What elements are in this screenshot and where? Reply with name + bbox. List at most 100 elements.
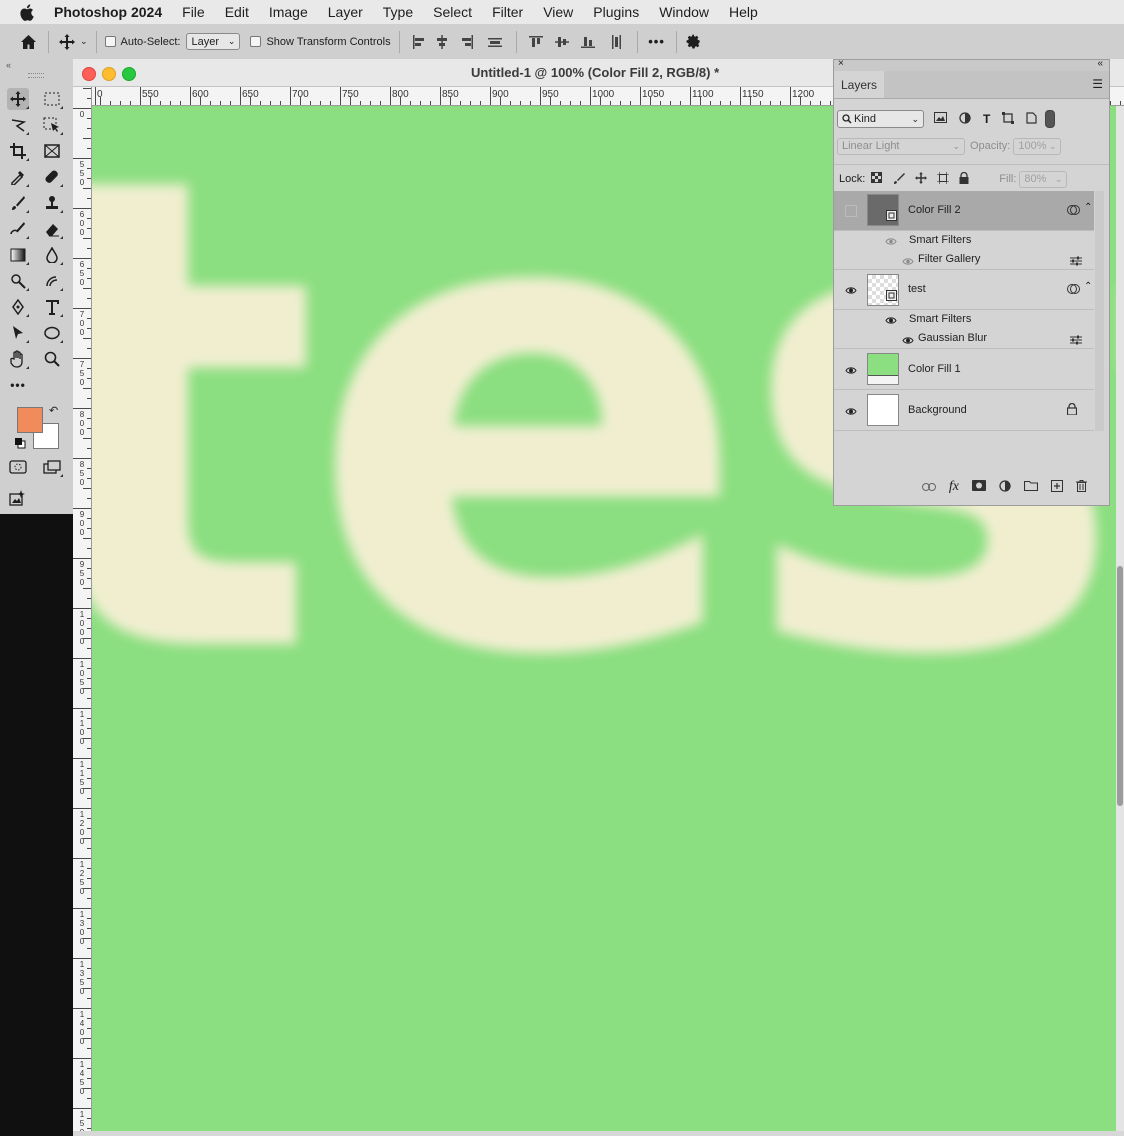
align-bottom-icon[interactable]	[575, 35, 601, 49]
menu-select[interactable]: Select	[433, 4, 472, 20]
distribute-vertical-icon[interactable]	[601, 34, 631, 50]
pen-tool-icon[interactable]	[7, 296, 29, 318]
ellipse-tool-icon[interactable]	[41, 322, 63, 344]
edit-toolbar-icon[interactable]: •••	[7, 374, 29, 396]
add-mask-icon[interactable]	[972, 480, 986, 494]
menu-type[interactable]: Type	[383, 4, 413, 20]
align-left-icon[interactable]	[408, 34, 430, 49]
filter-gallery-row[interactable]: Filter Gallery	[834, 250, 1094, 270]
object-selection-tool-icon[interactable]	[41, 114, 63, 136]
filter-visibility-eye-icon[interactable]	[902, 334, 914, 348]
filter-visibility-eye-icon[interactable]	[885, 235, 897, 249]
align-top-icon[interactable]	[523, 35, 549, 49]
menu-edit[interactable]: Edit	[225, 4, 249, 20]
layer-name[interactable]: Color Fill 1	[908, 363, 961, 375]
clone-stamp-tool-icon[interactable]	[41, 192, 63, 214]
app-menu[interactable]: Photoshop 2024	[54, 4, 162, 20]
menu-layer[interactable]: Layer	[328, 4, 363, 20]
zoom-window-button[interactable]	[122, 67, 136, 81]
new-adjustment-layer-icon[interactable]	[999, 479, 1011, 495]
type-layer-filter-icon[interactable]: T	[983, 112, 990, 126]
pixel-layer-filter-icon[interactable]	[934, 112, 947, 126]
link-layers-icon[interactable]	[921, 480, 936, 494]
filter-visibility-eye-icon[interactable]	[885, 314, 897, 328]
align-right-icon[interactable]	[455, 34, 480, 49]
smart-filters-row[interactable]: Smart Filters	[834, 231, 1094, 250]
scrollbar-thumb[interactable]	[1117, 566, 1123, 806]
move-tool-icon[interactable]	[7, 88, 29, 110]
spot-healing-brush-icon[interactable]	[41, 166, 63, 188]
filter-toggle-switch[interactable]	[1045, 110, 1056, 128]
align-hcenter-icon[interactable]	[430, 34, 455, 49]
brush-tool-icon[interactable]	[7, 192, 29, 214]
blend-mode-dropdown[interactable]: Linear Light ⌄	[837, 137, 965, 155]
shape-layer-filter-icon[interactable]	[1002, 111, 1015, 127]
visibility-toggle-empty[interactable]	[844, 204, 858, 218]
minimize-window-button[interactable]	[102, 67, 116, 81]
layer-name[interactable]: Color Fill 2	[908, 204, 961, 216]
filter-name[interactable]: Gaussian Blur	[918, 332, 987, 344]
generative-ai-icon[interactable]	[7, 487, 29, 509]
lock-artboard-icon[interactable]	[937, 171, 950, 187]
chevron-down-icon[interactable]: ⌄	[80, 36, 88, 47]
quick-mask-icon[interactable]	[7, 456, 29, 478]
visibility-eye-icon[interactable]	[844, 363, 858, 377]
smart-object-filter-icon[interactable]	[1026, 111, 1037, 127]
eraser-tool-icon[interactable]	[41, 218, 63, 240]
smudge-tool-icon[interactable]	[41, 270, 63, 292]
blur-tool-icon[interactable]	[41, 244, 63, 266]
layer-row-color-fill-2[interactable]: Color Fill 2 ⌃	[834, 191, 1094, 231]
close-window-button[interactable]	[82, 67, 96, 81]
screen-mode-icon[interactable]	[41, 456, 63, 478]
filter-visibility-eye-icon[interactable]	[902, 255, 914, 269]
menu-file[interactable]: File	[182, 4, 205, 20]
visibility-eye-icon[interactable]	[844, 283, 858, 297]
auto-select-dropdown[interactable]: Layer ⌄	[186, 33, 241, 50]
add-layer-style-button[interactable]: fx	[949, 479, 959, 495]
gear-icon[interactable]	[683, 34, 705, 49]
move-tool-preset-icon[interactable]	[57, 32, 77, 52]
adjustment-layer-filter-icon[interactable]	[959, 111, 971, 127]
gradient-tool-icon[interactable]	[7, 244, 29, 266]
fill-field[interactable]: 80% ⌄	[1019, 170, 1068, 188]
collapse-filters-icon[interactable]: ⌃	[1084, 202, 1092, 213]
filter-blending-options-icon[interactable]	[1070, 334, 1082, 348]
layer-row-test[interactable]: test ⌃	[834, 270, 1094, 310]
lasso-tool-icon[interactable]	[7, 114, 29, 136]
lock-all-icon[interactable]	[959, 171, 969, 187]
new-group-folder-icon[interactable]	[1023, 480, 1039, 494]
layers-scrollbar[interactable]	[1095, 191, 1104, 431]
smart-filters-row[interactable]: Smart Filters	[834, 310, 1094, 329]
apple-menu-icon[interactable]	[19, 3, 35, 21]
filter-name[interactable]: Filter Gallery	[918, 253, 980, 265]
zoom-tool-icon[interactable]	[41, 348, 63, 370]
menu-window[interactable]: Window	[659, 4, 709, 20]
menu-help[interactable]: Help	[729, 4, 758, 20]
layer-row-background[interactable]: Background	[834, 390, 1094, 431]
auto-select-checkbox[interactable]	[104, 36, 116, 47]
path-selection-tool-icon[interactable]	[7, 322, 29, 344]
default-colors-icon[interactable]	[14, 437, 26, 452]
menu-image[interactable]: Image	[269, 4, 308, 20]
collapse-panel-icon[interactable]: «	[1097, 58, 1103, 69]
new-layer-icon[interactable]	[1051, 479, 1063, 495]
home-icon[interactable]	[18, 32, 38, 52]
rectangular-marquee-tool-icon[interactable]	[41, 88, 63, 110]
layer-name[interactable]: Background	[908, 404, 967, 416]
panel-menu-icon[interactable]: ☰	[1092, 77, 1103, 91]
filter-blending-options-icon[interactable]	[1070, 255, 1082, 269]
lock-transparent-pixels-icon[interactable]	[871, 172, 883, 186]
distribute-horizontal-icon[interactable]	[480, 35, 510, 49]
dodge-tool-icon[interactable]	[7, 270, 29, 292]
history-brush-tool-icon[interactable]	[7, 218, 29, 240]
vertical-scrollbar[interactable]	[1116, 106, 1124, 1136]
lock-position-icon[interactable]	[915, 171, 928, 187]
lock-image-pixels-icon[interactable]	[893, 172, 906, 187]
collapse-filters-icon[interactable]: ⌃	[1084, 281, 1092, 292]
foreground-color-swatch-front[interactable]	[17, 407, 43, 433]
layer-name[interactable]: test	[908, 283, 926, 295]
swap-colors-icon[interactable]: ↶	[49, 404, 58, 417]
collapse-panel-icon[interactable]: «	[6, 60, 11, 70]
layer-row-color-fill-1[interactable]: Color Fill 1	[834, 349, 1094, 390]
menu-plugins[interactable]: Plugins	[593, 4, 639, 20]
